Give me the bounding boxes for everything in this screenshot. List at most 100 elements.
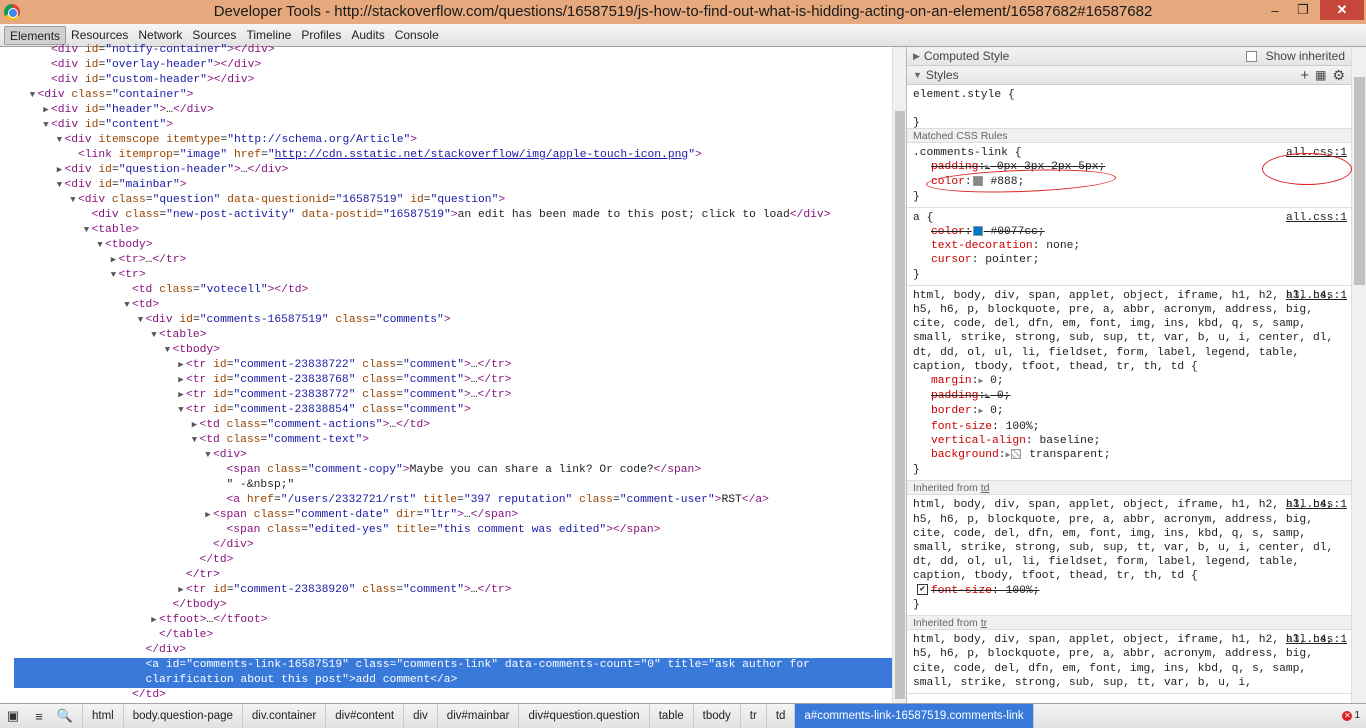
tab-resources[interactable]: Resources bbox=[66, 26, 133, 45]
dom-node[interactable]: </td> bbox=[14, 688, 892, 699]
tab-sources[interactable]: Sources bbox=[187, 26, 241, 45]
dom-node[interactable]: <td class="votecell"></td> bbox=[14, 283, 892, 298]
scroll-thumb[interactable] bbox=[1354, 77, 1365, 285]
dom-node[interactable]: ▶ <td class="comment-actions">…</td> bbox=[14, 418, 892, 433]
dom-node[interactable]: ▼ <div> bbox=[14, 448, 892, 463]
console-drawer-icon[interactable]: ≡ bbox=[26, 704, 52, 728]
error-count[interactable]: ✕ 1 bbox=[1342, 710, 1360, 721]
collapsed-triangle-icon[interactable]: ▶ bbox=[190, 418, 200, 433]
expand-triangle-icon[interactable]: ▶ bbox=[978, 377, 983, 386]
css-rule[interactable]: html, body, div, span, applet, object, i… bbox=[907, 495, 1351, 617]
breadcrumb-item[interactable]: td bbox=[767, 704, 796, 728]
tab-profiles[interactable]: Profiles bbox=[296, 26, 346, 45]
dom-node[interactable]: </td> bbox=[14, 553, 892, 568]
element-state-icon[interactable]: ▦ bbox=[1315, 68, 1326, 82]
breadcrumb-item[interactable]: div#content bbox=[326, 704, 405, 728]
expanded-triangle-icon[interactable]: ▼ bbox=[28, 88, 38, 103]
breadcrumb-item[interactable]: a#comments-link-16587519.comments-link bbox=[795, 704, 1034, 728]
css-property[interactable]: color: #0077cc; bbox=[913, 225, 1345, 239]
dom-node[interactable]: </div> bbox=[14, 538, 892, 553]
dom-node[interactable]: </div> bbox=[14, 643, 892, 658]
dom-node[interactable]: ▶ <tfoot>…</tfoot> bbox=[14, 613, 892, 628]
show-inherited-checkbox[interactable] bbox=[1245, 50, 1257, 62]
dom-node[interactable]: <span class="edited-yes" title="this com… bbox=[14, 523, 892, 538]
dom-node[interactable]: ▶ <tr id="comment-23838920" class="commen… bbox=[14, 583, 892, 598]
gear-icon[interactable]: ⚙ bbox=[1332, 67, 1345, 84]
property-checkbox[interactable]: ✔ bbox=[917, 584, 928, 596]
collapsed-triangle-icon[interactable]: ▶ bbox=[176, 583, 186, 598]
rule-source-link[interactable]: all.css:1 bbox=[1286, 211, 1347, 225]
dom-node[interactable]: ▶ <tr id="comment-23838772" class="commen… bbox=[14, 388, 892, 403]
breadcrumb-item[interactable]: tr bbox=[741, 704, 767, 728]
dom-node[interactable]: ▼ <tbody> bbox=[14, 343, 892, 358]
dom-node[interactable]: ▶ <div id="header">…</div> bbox=[14, 103, 892, 118]
expanded-triangle-icon[interactable]: ▼ bbox=[41, 118, 51, 133]
expanded-triangle-icon[interactable]: ▼ bbox=[190, 433, 200, 448]
dom-node[interactable]: ▼ <table> bbox=[14, 223, 892, 238]
expanded-triangle-icon[interactable]: ▼ bbox=[109, 268, 119, 283]
dom-node[interactable]: ▼ <tbody> bbox=[14, 238, 892, 253]
tab-timeline[interactable]: Timeline bbox=[241, 26, 296, 45]
tab-console[interactable]: Console bbox=[390, 26, 444, 45]
collapsed-triangle-icon[interactable]: ▶ bbox=[176, 373, 186, 388]
color-swatch[interactable] bbox=[972, 226, 983, 237]
dom-node[interactable]: ▼ <tr id="comment-23838854" class="commen… bbox=[14, 403, 892, 418]
rule-source-link[interactable]: all.css:1 bbox=[1286, 633, 1347, 647]
rule-source-link[interactable]: all.css:1 bbox=[1286, 498, 1347, 512]
dom-node[interactable]: ▼ <div id="mainbar"> bbox=[14, 178, 892, 193]
css-property[interactable]: ✔ font-size: 100%; bbox=[913, 584, 1345, 598]
expanded-triangle-icon[interactable]: ▼ bbox=[95, 238, 105, 253]
collapsed-triangle-icon[interactable]: ▶ bbox=[203, 508, 213, 523]
dom-node[interactable]: <div id="overlay-header"></div> bbox=[14, 58, 892, 73]
dom-node[interactable]: ▼ <div id="comments-16587519" class="comm… bbox=[14, 313, 892, 328]
dom-node[interactable]: <span class="comment-copy">Maybe you can… bbox=[14, 463, 892, 478]
breadcrumb-item[interactable]: div.container bbox=[243, 704, 327, 728]
dom-node[interactable]: </tbody> bbox=[14, 598, 892, 613]
inherited-from-element-link[interactable]: td bbox=[981, 482, 990, 494]
plus-icon[interactable]: + bbox=[1300, 67, 1309, 84]
expanded-triangle-icon[interactable]: ▼ bbox=[203, 448, 213, 463]
collapsed-triangle-icon[interactable]: ▶ bbox=[41, 103, 51, 118]
dom-node[interactable]: </table> bbox=[14, 628, 892, 643]
expanded-triangle-icon[interactable]: ▼ bbox=[68, 193, 78, 208]
breadcrumb-item[interactable]: div bbox=[404, 704, 438, 728]
dom-node[interactable]: ▼ <td> bbox=[14, 298, 892, 313]
expand-triangle-icon[interactable]: ▶ bbox=[1006, 451, 1011, 460]
breadcrumb-item[interactable]: div#question.question bbox=[519, 704, 650, 728]
expanded-triangle-icon[interactable]: ▼ bbox=[136, 313, 146, 328]
expanded-triangle-icon[interactable]: ▼ bbox=[82, 223, 92, 238]
dock-icon[interactable]: ▣ bbox=[0, 704, 26, 728]
rule-source-link[interactable]: all.css:1 bbox=[1286, 289, 1347, 303]
computed-style-header[interactable]: ▶ Computed Style Show inherited bbox=[907, 47, 1351, 66]
collapsed-triangle-icon[interactable]: ▶ bbox=[176, 388, 186, 403]
breadcrumb-item[interactable]: tbody bbox=[694, 704, 741, 728]
dom-node[interactable]: ▶ <span class="comment-date" dir="ltr">…<… bbox=[14, 508, 892, 523]
css-property[interactable]: border:▶ 0; bbox=[913, 404, 1345, 419]
breadcrumb-item[interactable]: body.question-page bbox=[124, 704, 243, 728]
expanded-triangle-icon[interactable]: ▼ bbox=[55, 178, 65, 193]
breadcrumb-item[interactable]: div#mainbar bbox=[438, 704, 520, 728]
color-swatch[interactable] bbox=[1011, 449, 1022, 460]
dom-node[interactable]: <link itemprop="image" href="http://cdn.… bbox=[14, 148, 892, 163]
css-rule[interactable]: a {all.css:1 color: #0077cc; text-decorati… bbox=[907, 208, 1351, 286]
expanded-triangle-icon[interactable]: ▼ bbox=[149, 328, 159, 343]
expand-triangle-icon[interactable]: ▶ bbox=[978, 407, 983, 416]
minimize-button[interactable]: – bbox=[1262, 0, 1288, 20]
tab-elements[interactable]: Elements bbox=[4, 25, 67, 45]
dom-node[interactable]: ▼ <table> bbox=[14, 328, 892, 343]
breadcrumb-item[interactable]: table bbox=[650, 704, 694, 728]
expanded-triangle-icon[interactable]: ▼ bbox=[55, 133, 65, 148]
css-property[interactable]: cursor: pointer; bbox=[913, 253, 1345, 267]
collapsed-triangle-icon[interactable]: ▶ bbox=[109, 253, 119, 268]
close-button[interactable]: ✕ bbox=[1320, 0, 1364, 20]
tab-audits[interactable]: Audits bbox=[346, 26, 389, 45]
elements-scrollbar[interactable] bbox=[892, 47, 906, 703]
dom-node[interactable]: " -&nbsp;" bbox=[14, 478, 892, 493]
dom-node[interactable]: ▼ <td class="comment-text"> bbox=[14, 433, 892, 448]
dom-node[interactable]: </tr> bbox=[14, 568, 892, 583]
expanded-triangle-icon[interactable]: ▼ bbox=[176, 403, 186, 418]
dom-node-selected[interactable]: <a id="comments-link-16587519" class="co… bbox=[14, 658, 892, 673]
css-property[interactable]: font-size: 100%; bbox=[913, 420, 1345, 434]
maximize-button[interactable]: ❐ bbox=[1290, 0, 1316, 20]
dom-node[interactable]: ▶ <tr>…</tr> bbox=[14, 253, 892, 268]
